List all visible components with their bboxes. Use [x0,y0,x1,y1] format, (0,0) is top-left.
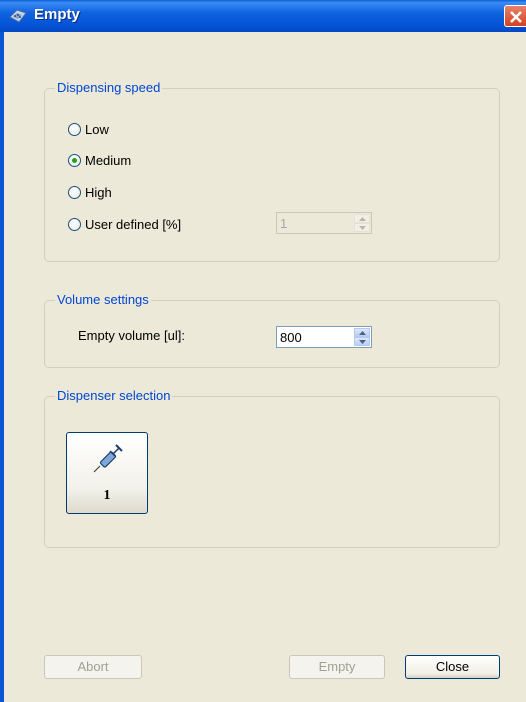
user-defined-speed-spinner[interactable]: 1 [276,212,372,234]
speed-medium-radio[interactable]: Medium [68,151,131,169]
dispensing-speed-legend: Dispensing speed [55,80,163,95]
radio-label-medium: Medium [85,152,132,168]
speed-user-defined-radio[interactable]: User defined [%] [68,215,181,233]
radio-label-high: High [85,184,112,200]
title-bar[interactable]: Empty [0,0,526,32]
radio-button[interactable] [68,122,81,136]
chevron-up-icon [359,331,366,335]
spin-up-button[interactable] [354,328,370,337]
radio-label-user-defined: User defined [%] [85,216,182,232]
close-button[interactable]: Close [405,655,500,679]
chevron-up-icon [359,217,366,221]
close-window-button[interactable] [504,5,526,27]
empty-volume-value[interactable]: 800 [280,330,302,345]
abort-button[interactable]: Abort [44,655,142,679]
spin-down-button[interactable] [354,223,370,232]
empty-volume-label: Empty volume [ul]: [78,328,185,343]
volume-settings-legend: Volume settings [55,292,151,307]
radio-button[interactable] [68,153,81,167]
radio-label-low: Low [85,121,109,137]
syringe-icon [93,444,123,473]
app-icon [9,9,27,23]
dispenser-1-button[interactable]: 1 [66,432,148,514]
empty-volume-spinner[interactable]: 800 [276,326,372,348]
empty-dialog: Empty Dispensing speed Low Medium High U… [0,0,526,702]
empty-button[interactable]: Empty [289,655,385,679]
radio-button[interactable] [68,217,81,231]
window-title: Empty [34,6,80,23]
spin-down-button[interactable] [354,337,370,346]
speed-low-radio[interactable]: Low [68,120,109,138]
radio-button[interactable] [68,185,81,199]
chevron-down-icon [359,340,366,344]
window-frame [0,32,4,702]
spin-up-button[interactable] [354,214,370,223]
dispenser-number: 1 [103,488,111,503]
close-icon [510,11,522,23]
speed-high-radio[interactable]: High [68,183,112,201]
chevron-down-icon [359,226,366,230]
dispensing-speed-group: Dispensing speed [44,80,500,262]
user-defined-speed-value: 1 [280,216,288,231]
dispenser-selection-legend: Dispenser selection [55,388,173,403]
